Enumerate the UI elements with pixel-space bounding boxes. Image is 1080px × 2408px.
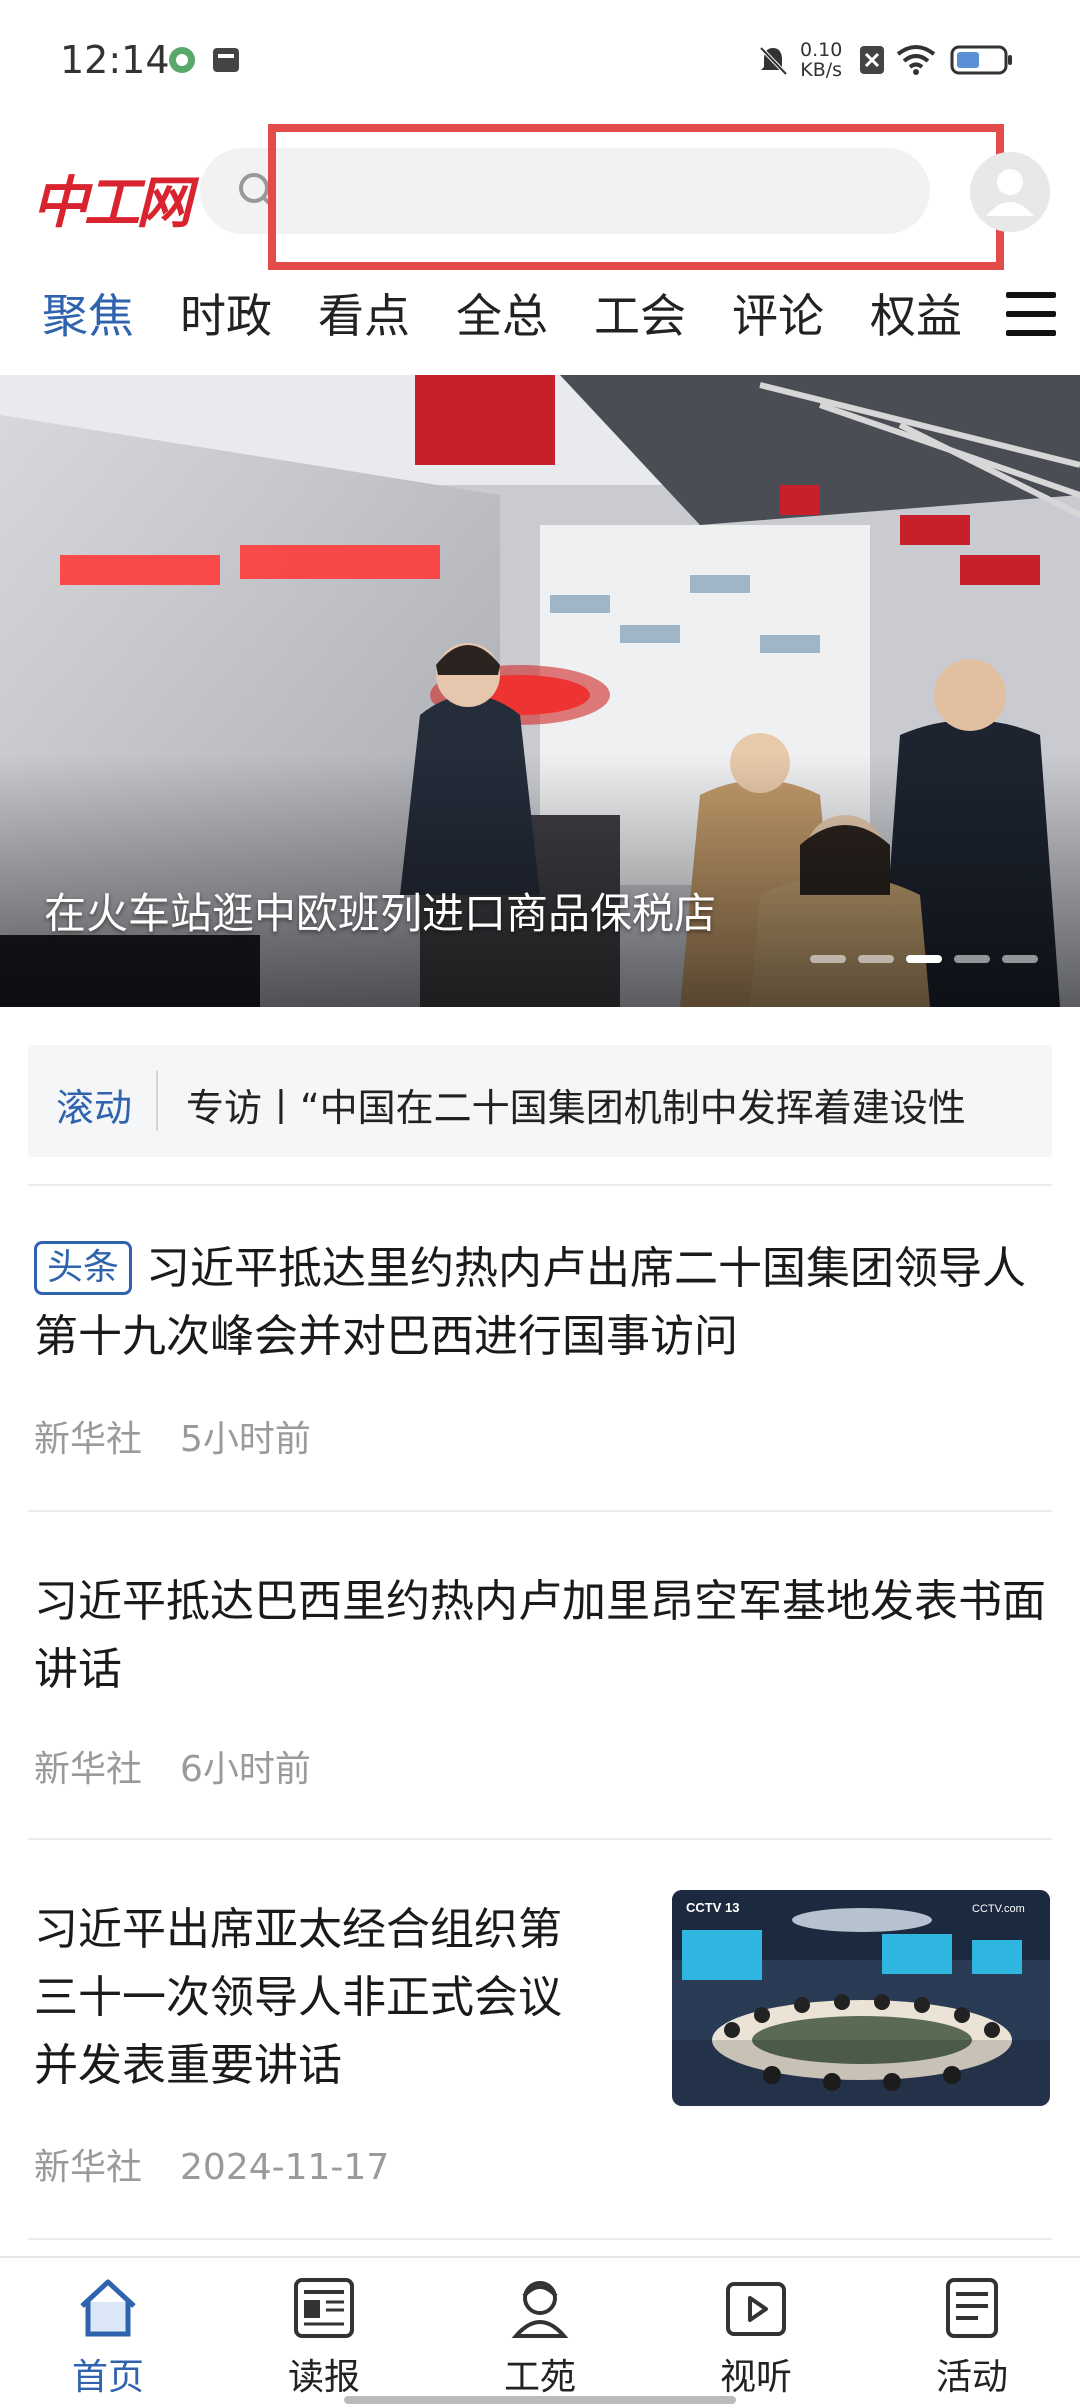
- header: 中工网: [0, 120, 1080, 270]
- carousel-dot: [858, 955, 894, 963]
- wifi-icon: [896, 44, 936, 80]
- carousel-dot: [810, 955, 846, 963]
- network-speed-value: 0.10: [800, 39, 843, 61]
- scrolling-news-ticker[interactable]: 滚动 专访丨“中国在二十国集团机制中发挥着建设性: [28, 1045, 1052, 1157]
- battery-icon: [950, 44, 1014, 80]
- divider: [28, 2238, 1052, 2240]
- news-source: 新华社: [34, 2147, 143, 2188]
- carousel-dot: [954, 955, 990, 963]
- app-screen: 12:14 0.10 KB/s 中工网 聚焦 时政 看点 全总 工会 评论 权益…: [0, 0, 1080, 2408]
- news-title-line: 并发表重要讲话: [34, 2040, 342, 2091]
- tab-union[interactable]: 工会: [594, 280, 686, 346]
- home-icon: [80, 2279, 136, 2337]
- menu-icon[interactable]: [1006, 292, 1056, 336]
- nav-label: 活动: [935, 2357, 1008, 2398]
- news-meta: 新华社 2024-11-17: [34, 2138, 427, 2190]
- tab-acftu[interactable]: 全总: [456, 280, 548, 346]
- news-time: 2024-11-17: [180, 2147, 390, 2188]
- home-indicator[interactable]: [344, 2396, 736, 2404]
- headline-tag: 头条: [34, 1241, 133, 1295]
- carousel-dot: [1002, 955, 1038, 963]
- nav-activity[interactable]: 活动: [864, 2258, 1080, 2408]
- news-thumbnail-image: CCTV 13 CCTV.com: [672, 1890, 1050, 2106]
- news-title[interactable]: 头条 习近平抵达里约热内卢出席二十国集团领导人第十九次峰会并对巴西进行国事访问: [34, 1235, 1054, 1371]
- bottom-navigation: 首页 读报 工苑 视听 活动: [0, 2256, 1080, 2408]
- nav-newspaper[interactable]: 读报: [216, 2258, 432, 2408]
- news-time: 6小时前: [180, 1749, 311, 1790]
- status-bar: 12:14 0.10 KB/s: [0, 0, 1080, 120]
- tab-focus[interactable]: 聚焦: [42, 280, 134, 346]
- news-meta: 新华社 5小时前: [34, 1410, 349, 1462]
- app-notification-icon: [166, 44, 198, 80]
- message-notification-icon: [210, 44, 242, 80]
- ticker-headline[interactable]: 专访丨“中国在二十国集团机制中发挥着建设性: [186, 1077, 1036, 1132]
- user-avatar[interactable]: [970, 152, 1050, 232]
- news-title[interactable]: 习近平抵达巴西里约热内卢加里昂空军基地发表书面讲话: [34, 1568, 1054, 1704]
- annotation-highlight-box: [268, 124, 1004, 270]
- news-title-line: 习近平出席亚太经合组织第: [34, 1904, 562, 1955]
- divider: [28, 1184, 1052, 1186]
- status-time: 12:14: [60, 38, 170, 82]
- nav-worker-garden[interactable]: 工苑: [432, 2258, 648, 2408]
- activity-icon: [946, 2278, 998, 2338]
- news-time: 5小时前: [180, 1419, 311, 1460]
- tab-commentary[interactable]: 评论: [732, 280, 824, 346]
- nav-label: 工苑: [503, 2357, 576, 2398]
- category-tabs: 聚焦 时政 看点 全总 工会 评论 权益: [0, 270, 1080, 360]
- thumb-watermark: CCTV.com: [972, 1903, 1025, 1915]
- news-source: 新华社: [34, 1749, 143, 1790]
- silent-bell-icon: [756, 44, 790, 82]
- nav-home[interactable]: 首页: [0, 2258, 216, 2408]
- newspaper-icon: [294, 2278, 354, 2338]
- news-title-line: 三十一次领导人非正式会议: [34, 1972, 562, 2023]
- news-meta: 新华社 6小时前: [34, 1740, 349, 1792]
- banner-caption: 在火车站逛中欧班列进口商品保税店: [44, 889, 717, 938]
- nav-label: 首页: [71, 2357, 144, 2398]
- divider: [28, 1510, 1052, 1512]
- site-logo[interactable]: 中工网: [32, 158, 192, 239]
- banner-carousel[interactable]: 在火车站逛中欧班列进口商品保税店: [0, 375, 1080, 1007]
- news-title-text: 习近平抵达里约热内卢出席二十国集团领导人第十九次峰会并对巴西进行国事访问: [34, 1243, 1027, 1362]
- worker-icon: [511, 2281, 569, 2338]
- news-title[interactable]: 习近平出席亚太经合组织第 三十一次领导人非正式会议 并发表重要讲话: [34, 1896, 654, 2100]
- network-speed-unit: KB/s: [800, 59, 843, 81]
- thumb-channel-label: CCTV 13: [686, 1900, 739, 1915]
- nav-label: 视听: [719, 2357, 792, 2398]
- news-source: 新华社: [34, 1419, 143, 1460]
- tab-politics[interactable]: 时政: [180, 280, 272, 346]
- video-icon: [726, 2282, 786, 2336]
- network-speed: 0.10 KB/s: [800, 40, 842, 80]
- user-icon: [986, 169, 1034, 216]
- tab-highlights[interactable]: 看点: [318, 280, 410, 346]
- nav-label: 读报: [287, 2357, 360, 2398]
- divider: [28, 1838, 1052, 1840]
- tab-rights[interactable]: 权益: [870, 280, 962, 346]
- nav-video[interactable]: 视听: [648, 2258, 864, 2408]
- carousel-dot-active: [906, 955, 942, 963]
- ticker-label: 滚动: [56, 1086, 133, 1130]
- no-sim-icon: [858, 44, 886, 80]
- news-thumbnail[interactable]: CCTV 13 CCTV.com: [672, 1890, 1050, 2106]
- ticker-divider: [156, 1071, 158, 1131]
